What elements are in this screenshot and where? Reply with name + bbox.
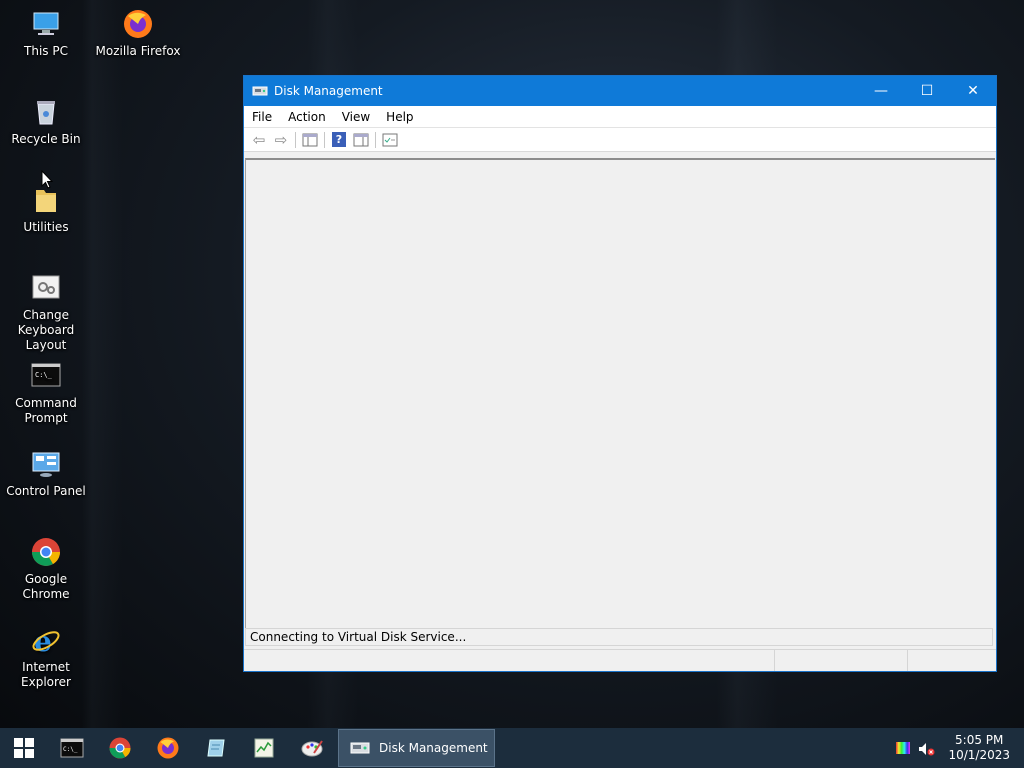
recycle-bin-icon: [30, 96, 62, 128]
control-panel-icon: [30, 448, 62, 480]
maximize-button[interactable]: ☐: [904, 76, 950, 106]
console-tree-icon: [302, 133, 318, 146]
taskbar-disk-management[interactable]: Disk Management: [338, 729, 495, 767]
clock-date: 10/1/2023: [948, 748, 1010, 762]
color-calibration-tray-icon[interactable]: [896, 742, 911, 754]
toolbar: ⇦ ⇨ ?: [244, 128, 996, 152]
desktop-icon-internet-explorer[interactable]: e Internet Explorer: [0, 624, 92, 690]
show-hide-action-pane-button[interactable]: [350, 130, 372, 150]
desktop-icon-google-chrome[interactable]: Google Chrome: [0, 536, 92, 602]
disk-management-icon: [349, 740, 371, 756]
toolbar-separator: [295, 131, 296, 148]
desktop-icon-change-keyboard-layout[interactable]: Change Keyboard Layout: [0, 272, 92, 353]
this-pc-icon: [30, 8, 62, 40]
close-button[interactable]: ✕: [950, 76, 996, 106]
firefox-icon: [122, 8, 154, 40]
help-button[interactable]: ?: [328, 130, 350, 150]
disk-management-icon: [252, 84, 268, 98]
taskbar-paint[interactable]: [288, 728, 336, 768]
desktop-icon-firefox[interactable]: Mozilla Firefox: [92, 8, 184, 59]
toolbar-separator: [375, 131, 376, 148]
menu-file[interactable]: File: [244, 106, 280, 128]
status-bar-cell: [908, 650, 996, 671]
window-titlebar[interactable]: Disk Management — ☐ ✕: [244, 76, 996, 106]
status-bar-cell: [775, 650, 908, 671]
properties-icon: [382, 133, 398, 146]
desktop-icon-label: Internet Explorer: [21, 660, 71, 689]
menu-action[interactable]: Action: [280, 106, 334, 128]
taskbar-clock[interactable]: 5:05 PM 10/1/2023: [942, 733, 1024, 763]
keyboard-settings-icon: [30, 272, 62, 304]
desktop-icon-recycle-bin[interactable]: Recycle Bin: [0, 96, 92, 147]
taskbar-active-app-label: Disk Management: [379, 741, 488, 755]
desktop-icon-label: Control Panel: [6, 484, 86, 498]
desktop-icon-label: Google Chrome: [22, 572, 70, 601]
mouse-cursor: [41, 170, 53, 189]
chrome-icon: [109, 737, 131, 759]
back-button[interactable]: ⇦: [248, 130, 270, 150]
taskbar-notepad[interactable]: [192, 728, 240, 768]
chrome-icon: [30, 536, 62, 568]
svg-text:C:\_: C:\_: [63, 746, 78, 753]
desktop-icon-label: This PC: [24, 44, 68, 58]
system-tray: 5:05 PM 10/1/2023: [896, 728, 1024, 768]
taskbar-firefox[interactable]: [144, 728, 192, 768]
desktop-icon-command-prompt[interactable]: C:\_ Command Prompt: [0, 360, 92, 426]
notepad-icon: [207, 739, 225, 757]
forward-arrow-icon: ⇨: [274, 130, 288, 149]
toolbar-separator: [324, 131, 325, 148]
desktop-icon-utilities[interactable]: Utilities: [0, 184, 92, 235]
menu-help[interactable]: Help: [378, 106, 421, 128]
window-title: Disk Management: [274, 84, 383, 98]
internet-explorer-icon: e: [30, 624, 62, 658]
paint-icon: [301, 740, 323, 757]
desktop-icon-this-pc[interactable]: This PC: [0, 8, 92, 59]
disk-management-content-pane: [245, 158, 995, 628]
desktop-icon-label: Utilities: [23, 220, 69, 234]
desktop-icon-label: Mozilla Firefox: [95, 44, 181, 58]
menu-view[interactable]: View: [334, 106, 378, 128]
status-message: Connecting to Virtual Disk Service...: [245, 628, 993, 646]
volume-muted-icon[interactable]: [918, 741, 936, 756]
svg-text:C:\_: C:\_: [35, 371, 53, 379]
back-arrow-icon: ⇦: [252, 130, 266, 149]
help-icon: ?: [332, 132, 346, 147]
desktop-icon-label: Recycle Bin: [11, 132, 81, 146]
taskbar: C:\_ Disk Management 5:05 PM 10/1/2023: [0, 728, 1024, 768]
menu-bar: File Action View Help: [244, 106, 996, 128]
desktop-icon-label: Command Prompt: [15, 396, 77, 425]
desktop-icon-control-panel[interactable]: Control Panel: [0, 448, 92, 499]
desktop-icon-label: Change Keyboard Layout: [17, 308, 75, 352]
status-bar-cell: [244, 650, 775, 671]
clock-time: 5:05 PM: [955, 733, 1004, 747]
command-prompt-icon: C:\_: [60, 738, 84, 758]
taskbar-task-manager[interactable]: [240, 728, 288, 768]
show-hide-console-tree-button[interactable]: [299, 130, 321, 150]
firefox-icon: [157, 737, 179, 759]
windows-start-icon: [14, 738, 34, 758]
forward-button[interactable]: ⇨: [270, 130, 292, 150]
minimize-button[interactable]: —: [858, 76, 904, 106]
properties-button[interactable]: [379, 130, 401, 150]
command-prompt-icon: C:\_: [30, 360, 62, 392]
disk-management-window[interactable]: Disk Management — ☐ ✕ File Action View H…: [243, 75, 997, 672]
taskbar-chrome[interactable]: [96, 728, 144, 768]
status-bar: [244, 649, 996, 671]
start-button[interactable]: [0, 728, 48, 768]
task-manager-icon: [254, 738, 274, 758]
action-pane-icon: [353, 133, 369, 146]
taskbar-command-prompt[interactable]: C:\_: [48, 728, 96, 768]
